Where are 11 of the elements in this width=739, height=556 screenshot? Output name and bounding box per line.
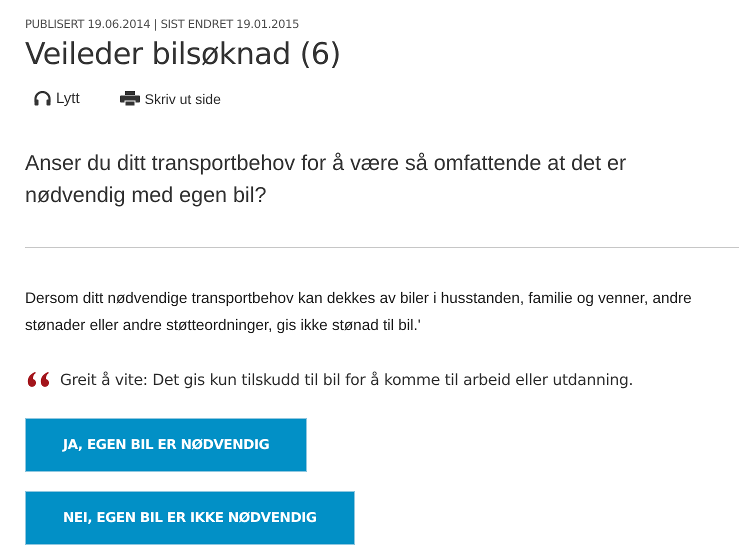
question-text: Anser du ditt transportbehov for å være så omfattende at det er nødvendig med egen bil? (25, 150, 628, 209)
publish-date: PUBLISERT 19.06.2014 | SIST ENDRET 19.01.2015 (25, 17, 300, 31)
page-title: Veileder bilsøknad (6) (25, 37, 341, 72)
no-button[interactable]: NEI, EGEN BIL ER IKKE NØDVENDIG (25, 491, 355, 545)
printer-icon (120, 91, 140, 106)
tip-text: Greit å vite: Det gis kun tilskudd til bil for å komme til arbeid eller utdanning. (60, 371, 634, 389)
listen-link[interactable]: Lytt (34, 90, 80, 107)
headphones-icon (34, 91, 51, 106)
print-link[interactable]: Skriv ut side (120, 90, 221, 106)
body-text: Dersom ditt nødvendige transportbehov kan dekkes av biler i husstanden, familie og venner, andre stønader eller andre støtteordninger, gis ikke stønad til bil.' (25, 289, 693, 336)
yes-button[interactable]: JA, EGEN BIL ER NØDVENDIG (25, 418, 308, 472)
